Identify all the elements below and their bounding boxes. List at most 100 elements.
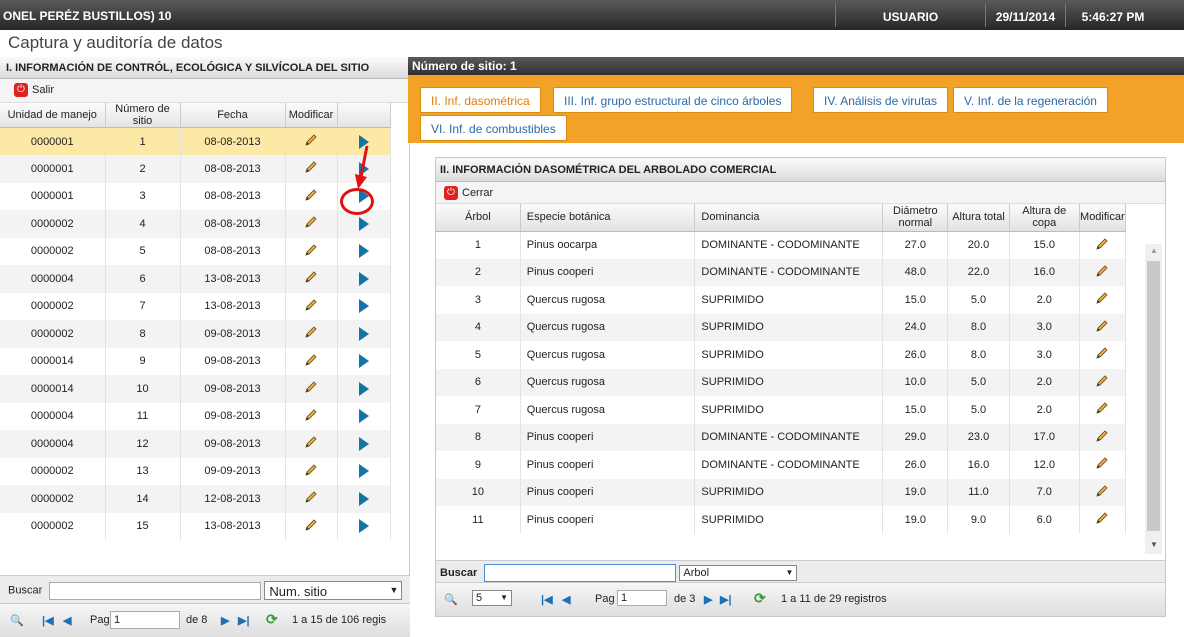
edit-button[interactable] (285, 155, 338, 183)
select-site-button[interactable] (337, 485, 391, 513)
table-row[interactable]: 9 Pinus cooperi DOMINANTE - CODOMINANTE 26.… (436, 451, 1127, 479)
select-site-button[interactable] (337, 292, 391, 320)
edit-button[interactable] (285, 265, 338, 293)
edit-button[interactable] (285, 210, 338, 238)
col-dominancia[interactable]: Dominancia (694, 204, 884, 232)
select-site-button[interactable] (337, 402, 391, 430)
select-site-button[interactable] (337, 210, 391, 238)
table-row[interactable]: 0000002 5 08-08-2013 (0, 237, 391, 265)
next-page-icon[interactable]: ▶ (221, 614, 229, 627)
edit-button[interactable] (1079, 286, 1127, 314)
select-site-button[interactable] (337, 237, 391, 265)
tab-regeneracion[interactable]: V. Inf. de la regeneración (953, 87, 1108, 113)
edit-button[interactable] (1079, 451, 1127, 479)
scroll-down-icon[interactable]: ▼ (1150, 540, 1158, 549)
col-fecha[interactable]: Fecha (180, 103, 286, 128)
table-row[interactable]: 6 Quercus rugosa SUPRIMIDO 10.0 5.0 2.0 (436, 368, 1127, 396)
table-row[interactable]: 5 Quercus rugosa SUPRIMIDO 26.0 8.0 3.0 (436, 341, 1127, 369)
table-row[interactable]: 0000002 13 09-09-2013 (0, 457, 391, 485)
first-page-icon[interactable]: |◀ (541, 593, 553, 606)
tab-combustibles[interactable]: VI. Inf. de combustibles (420, 115, 567, 141)
select-site-button[interactable] (337, 265, 391, 293)
select-site-button[interactable] (337, 457, 391, 485)
exit-button[interactable]: ⏻ Salir (14, 83, 54, 97)
next-page-icon[interactable]: ▶ (704, 593, 712, 606)
select-site-button[interactable] (337, 512, 391, 540)
col-especie[interactable]: Especie botánica (520, 204, 696, 232)
col-unidad[interactable]: Unidad de manejo (0, 103, 106, 128)
table-row[interactable]: 11 Pinus cooperi SUPRIMIDO 19.0 9.0 6.0 (436, 506, 1127, 534)
last-page-icon[interactable]: ▶| (238, 614, 250, 627)
col-arbol[interactable]: Árbol (436, 204, 521, 232)
tree-search-field-select[interactable]: Arbol ▼ (679, 565, 798, 581)
close-button[interactable]: ⏻ Cerrar (444, 186, 493, 200)
edit-button[interactable] (285, 127, 338, 155)
edit-button[interactable] (1079, 396, 1127, 424)
table-row[interactable]: 8 Pinus cooperi DOMINANTE - CODOMINANTE 29.… (436, 423, 1127, 451)
table-row[interactable]: 0000002 7 13-08-2013 (0, 292, 391, 320)
site-search-input[interactable] (49, 581, 262, 600)
table-row[interactable]: 0000001 1 08-08-2013 (0, 127, 391, 155)
edit-button[interactable] (285, 402, 338, 430)
table-row[interactable]: 10 Pinus cooperi SUPRIMIDO 19.0 11.0 7.0 (436, 478, 1127, 506)
edit-button[interactable] (1079, 231, 1127, 259)
edit-button[interactable] (285, 485, 338, 513)
table-row[interactable]: 0000014 9 09-08-2013 (0, 347, 391, 375)
first-page-icon[interactable]: |◀ (42, 614, 54, 627)
col-numero-sitio[interactable]: Número de sitio (105, 103, 181, 128)
col-modificar[interactable]: Modificar (285, 103, 338, 128)
page-input[interactable]: 1 (110, 611, 180, 629)
page-size-select[interactable]: 5 ▼ (472, 590, 512, 606)
edit-button[interactable] (1079, 423, 1127, 451)
edit-button[interactable] (285, 292, 338, 320)
col-modificar[interactable]: Modificar (1079, 204, 1127, 232)
select-site-button[interactable] (337, 375, 391, 403)
tree-search-input[interactable] (484, 564, 677, 582)
tab-dasometrica[interactable]: II. Inf. dasométrica (420, 87, 541, 113)
col-diametro[interactable]: Diámetro normal (882, 204, 949, 232)
edit-button[interactable] (285, 320, 338, 348)
table-row[interactable]: 7 Quercus rugosa SUPRIMIDO 15.0 5.0 2.0 (436, 396, 1127, 424)
search-icon[interactable]: 🔍 (10, 614, 24, 627)
table-row[interactable]: 3 Quercus rugosa SUPRIMIDO 15.0 5.0 2.0 (436, 286, 1127, 314)
scroll-thumb[interactable] (1147, 261, 1160, 531)
edit-button[interactable] (1079, 313, 1127, 341)
edit-button[interactable] (285, 237, 338, 265)
table-row[interactable]: 4 Quercus rugosa SUPRIMIDO 24.0 8.0 3.0 (436, 313, 1127, 341)
site-search-field-select[interactable]: Num. sitio ▼ (264, 581, 403, 600)
table-row[interactable]: 0000004 12 09-08-2013 (0, 430, 391, 458)
tab-analisis-virutas[interactable]: IV. Análisis de virutas (813, 87, 948, 113)
table-row[interactable]: 0000004 6 13-08-2013 (0, 265, 391, 293)
last-page-icon[interactable]: ▶| (720, 593, 732, 606)
edit-button[interactable] (285, 347, 338, 375)
edit-button[interactable] (1079, 368, 1127, 396)
table-row[interactable]: 0000002 4 08-08-2013 (0, 210, 391, 238)
col-altura-copa[interactable]: Altura de copa (1009, 204, 1080, 232)
table-row[interactable]: 0000001 3 08-08-2013 (0, 182, 391, 210)
search-icon[interactable]: 🔍 (444, 593, 458, 606)
table-row[interactable]: 0000002 8 09-08-2013 (0, 320, 391, 348)
tree-table-scrollbar[interactable]: ▲ ▼ (1145, 244, 1162, 554)
table-row[interactable]: 0000004 11 09-08-2013 (0, 402, 391, 430)
col-altura-total[interactable]: Altura total (947, 204, 1010, 232)
refresh-icon[interactable]: ⟳ (754, 590, 766, 607)
table-row[interactable]: 0000002 14 12-08-2013 (0, 485, 391, 513)
edit-button[interactable] (285, 457, 338, 485)
select-site-button[interactable] (337, 320, 391, 348)
edit-button[interactable] (1079, 258, 1127, 286)
edit-button[interactable] (1079, 506, 1127, 534)
table-row[interactable]: 0000002 15 13-08-2013 (0, 512, 391, 540)
page-input[interactable]: 1 (617, 590, 667, 606)
refresh-icon[interactable]: ⟳ (266, 611, 278, 628)
edit-button[interactable] (285, 182, 338, 210)
table-row[interactable]: 2 Pinus cooperi DOMINANTE - CODOMINANTE 48.… (436, 258, 1127, 286)
edit-button[interactable] (285, 430, 338, 458)
prev-page-icon[interactable]: ◀ (562, 593, 570, 606)
scroll-up-icon[interactable]: ▲ (1150, 246, 1158, 255)
edit-button[interactable] (1079, 341, 1127, 369)
table-row[interactable]: 0000001 2 08-08-2013 (0, 155, 391, 183)
select-site-button[interactable] (337, 430, 391, 458)
edit-button[interactable] (285, 375, 338, 403)
prev-page-icon[interactable]: ◀ (63, 614, 71, 627)
tab-grupo-estructural[interactable]: III. Inf. grupo estructural de cinco árb… (553, 87, 793, 113)
